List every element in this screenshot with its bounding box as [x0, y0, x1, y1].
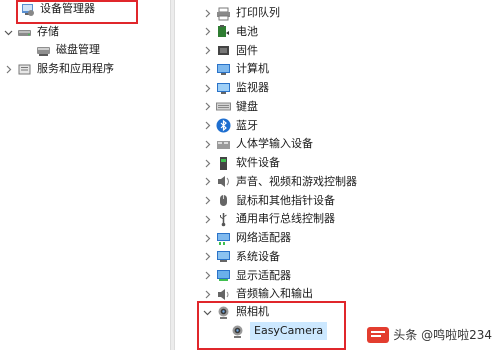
chevron-right-icon[interactable] — [202, 46, 212, 56]
chevron-right-icon[interactable] — [202, 252, 212, 262]
chevron-right-icon[interactable] — [202, 233, 212, 243]
watermark-logo-icon — [367, 326, 390, 343]
tree-item-disk-management[interactable]: 磁盘管理 — [36, 41, 100, 59]
device-category-label: 蓝牙 — [236, 118, 258, 132]
network-adapter-icon — [216, 231, 231, 246]
chevron-right-icon[interactable] — [202, 158, 212, 168]
device-category-label: 系统设备 — [236, 249, 280, 263]
device-category-monitor[interactable]: 监视器 — [202, 79, 269, 97]
device-category-label: 计算机 — [236, 62, 269, 76]
chevron-right-icon[interactable] — [202, 64, 212, 74]
device-category-network-adapter[interactable]: 网络适配器 — [202, 229, 291, 247]
keyboard-icon — [216, 99, 231, 114]
highlight-box-device-manager — [16, 0, 138, 24]
chevron-right-icon[interactable] — [3, 64, 13, 74]
device-category-label: 固件 — [236, 43, 258, 57]
tree-item-storage[interactable]: 存储 — [3, 23, 59, 41]
bluetooth-icon — [216, 118, 231, 133]
tree-item-label: 存储 — [37, 25, 59, 38]
device-category-keyboard[interactable]: 键盘 — [202, 98, 258, 116]
device-category-label: 通用串行总线控制器 — [236, 212, 335, 226]
chevron-right-icon[interactable] — [202, 196, 212, 206]
device-category-label: 软件设备 — [236, 156, 280, 169]
device-category-label: 鼠标和其他指针设备 — [236, 193, 335, 207]
chevron-right-icon[interactable] — [202, 8, 212, 18]
device-category-label: 打印队列 — [236, 6, 280, 19]
device-category-display-adapter[interactable]: 显示适配器 — [202, 267, 291, 285]
device-tree-pane: 打印队列电池固件计算机监视器键盘蓝牙人体学输入设备 软件设备声音、视频和游戏控制器… — [175, 0, 500, 350]
firmware-icon — [216, 43, 231, 58]
tree-item-services-apps[interactable]: 服务和应用程序 — [3, 60, 114, 78]
device-category-label: 显示适配器 — [236, 268, 291, 282]
usb-icon — [216, 212, 231, 227]
device-category-computer[interactable]: 计算机 — [202, 60, 269, 78]
device-category-battery[interactable]: 电池 — [202, 23, 258, 41]
chevron-right-icon[interactable] — [202, 289, 212, 299]
chevron-right-icon[interactable] — [202, 271, 212, 281]
console-tree-pane: 设备管理器 存储 磁盘管理 服务和应用程序 — [0, 0, 170, 350]
sound-icon — [216, 174, 231, 189]
device-category-label: 电池 — [236, 24, 258, 38]
device-category-firmware[interactable]: 固件 — [202, 42, 258, 60]
device-category-label: 键盘 — [236, 99, 258, 113]
battery-icon — [216, 24, 231, 39]
device-category-label: 网络适配器 — [236, 231, 291, 244]
chevron-right-icon[interactable] — [202, 27, 212, 37]
computer-icon — [216, 62, 231, 77]
chevron-right-icon[interactable] — [202, 139, 212, 149]
device-category-bluetooth[interactable]: 蓝牙 — [202, 117, 258, 135]
display-adapter-icon — [216, 268, 231, 283]
tree-item-label: 磁盘管理 — [56, 43, 100, 56]
print-queue-icon — [216, 6, 231, 21]
device-category-print-queue[interactable]: 打印队列 — [202, 4, 280, 22]
chevron-right-icon[interactable] — [202, 121, 212, 131]
tree-item-label: 服务和应用程序 — [37, 62, 114, 75]
device-category-hid[interactable]: 人体学输入设备 — [202, 135, 313, 153]
device-category-label: 监视器 — [236, 81, 269, 94]
system-device-icon — [216, 249, 231, 264]
device-category-mouse[interactable]: 鼠标和其他指针设备 — [202, 192, 335, 210]
highlight-box-camera — [197, 301, 346, 350]
hid-icon — [216, 137, 231, 152]
mouse-icon — [216, 193, 231, 208]
watermark: 头条 @鸣啦啦234 — [367, 326, 492, 343]
chevron-right-icon[interactable] — [202, 214, 212, 224]
software-device-icon — [216, 156, 231, 171]
storage-icon — [17, 25, 32, 40]
device-category-label: 人体学输入设备 — [236, 137, 313, 151]
device-category-software-device[interactable]: 软件设备 — [202, 154, 280, 172]
device-category-usb[interactable]: 通用串行总线控制器 — [202, 210, 335, 228]
chevron-right-icon[interactable] — [202, 102, 212, 112]
monitor-icon — [216, 81, 231, 96]
disk-management-icon — [36, 43, 51, 58]
device-category-label: 声音、视频和游戏控制器 — [236, 174, 357, 188]
services-apps-icon — [17, 62, 32, 77]
audio-io-icon — [216, 287, 231, 302]
device-category-sound[interactable]: 声音、视频和游戏控制器 — [202, 173, 357, 191]
device-category-system-device[interactable]: 系统设备 — [202, 248, 280, 266]
chevron-down-icon[interactable] — [3, 27, 13, 37]
chevron-right-icon[interactable] — [202, 83, 212, 93]
chevron-right-icon[interactable] — [202, 177, 212, 187]
watermark-text: 头条 @鸣啦啦234 — [393, 328, 492, 342]
